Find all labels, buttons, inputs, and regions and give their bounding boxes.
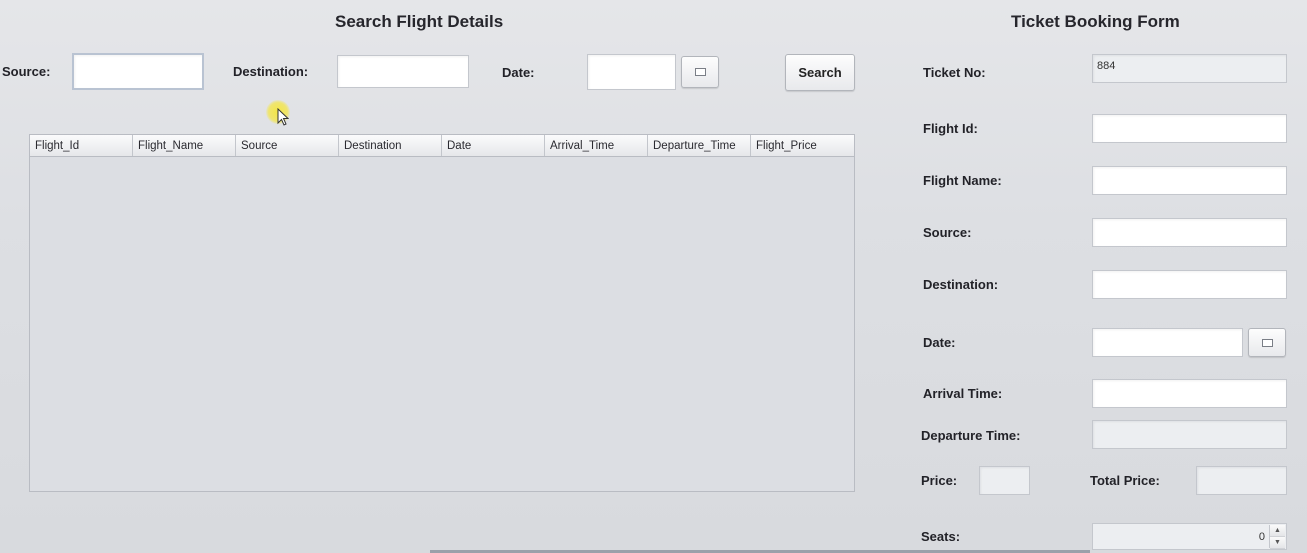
- seats-spinner-buttons: ▲ ▼: [1269, 525, 1285, 549]
- booking-date-picker-button[interactable]: [1248, 328, 1286, 357]
- flight-id-label: Flight Id:: [923, 121, 978, 136]
- booking-source-field[interactable]: [1092, 218, 1287, 247]
- search-date-label: Date:: [502, 65, 535, 80]
- search-destination-input[interactable]: [337, 55, 469, 88]
- booking-source-label: Source:: [923, 225, 972, 240]
- spinner-down-icon[interactable]: ▼: [1270, 537, 1285, 549]
- column-header-destination[interactable]: Destination: [339, 135, 442, 156]
- seats-label: Seats:: [921, 529, 961, 544]
- price-label: Price:: [921, 473, 958, 488]
- search-source-input[interactable]: [72, 53, 204, 90]
- spinner-up-icon[interactable]: ▲: [1270, 525, 1285, 537]
- column-header-source[interactable]: Source: [236, 135, 339, 156]
- column-header-arrival-time[interactable]: Arrival_Time: [545, 135, 648, 156]
- booking-date-field[interactable]: [1092, 328, 1243, 357]
- booking-form-title: Ticket Booking Form: [1011, 12, 1180, 31]
- search-date-input[interactable]: [587, 54, 676, 90]
- column-header-date[interactable]: Date: [442, 135, 545, 156]
- booking-destination-field[interactable]: [1092, 270, 1287, 299]
- price-field: [979, 466, 1030, 495]
- booking-destination-label: Destination:: [923, 277, 999, 292]
- calendar-icon: [694, 68, 706, 76]
- search-source-label: Source:: [2, 64, 51, 79]
- departure-time-label: Departure Time:: [921, 428, 1021, 443]
- departure-time-field[interactable]: [1092, 420, 1287, 449]
- mouse-pointer-icon: [277, 108, 289, 126]
- column-header-departure-time[interactable]: Departure_Time: [648, 135, 751, 156]
- column-header-flight-price[interactable]: Flight_Price: [751, 135, 854, 156]
- total-price-label: Total Price:: [1090, 473, 1160, 488]
- seats-value: 0: [1258, 531, 1265, 543]
- table-body[interactable]: [30, 157, 854, 491]
- flight-name-field[interactable]: [1092, 166, 1287, 195]
- search-destination-label: Destination:: [233, 64, 309, 79]
- ticket-no-field: 884: [1092, 54, 1287, 83]
- search-panel-title: Search Flight Details: [335, 12, 504, 31]
- booking-date-label: Date:: [923, 335, 956, 350]
- search-button[interactable]: Search: [785, 54, 855, 91]
- ticket-no-label: Ticket No:: [923, 65, 986, 80]
- calendar-icon: [1261, 338, 1273, 347]
- search-date-picker-button[interactable]: [681, 56, 719, 88]
- column-header-flight-name[interactable]: Flight_Name: [133, 135, 236, 156]
- table-header: Flight_Id Flight_Name Source Destination…: [30, 135, 854, 157]
- arrival-time-label: Arrival Time:: [923, 386, 1003, 401]
- column-header-flight-id[interactable]: Flight_Id: [30, 135, 133, 156]
- flight-name-label: Flight Name:: [923, 173, 1002, 188]
- flight-id-field[interactable]: [1092, 114, 1287, 143]
- seats-spinner[interactable]: 0 ▲ ▼: [1092, 523, 1287, 550]
- total-price-field: [1196, 466, 1287, 495]
- flight-results-table[interactable]: Flight_Id Flight_Name Source Destination…: [29, 134, 855, 492]
- arrival-time-field[interactable]: [1092, 379, 1287, 408]
